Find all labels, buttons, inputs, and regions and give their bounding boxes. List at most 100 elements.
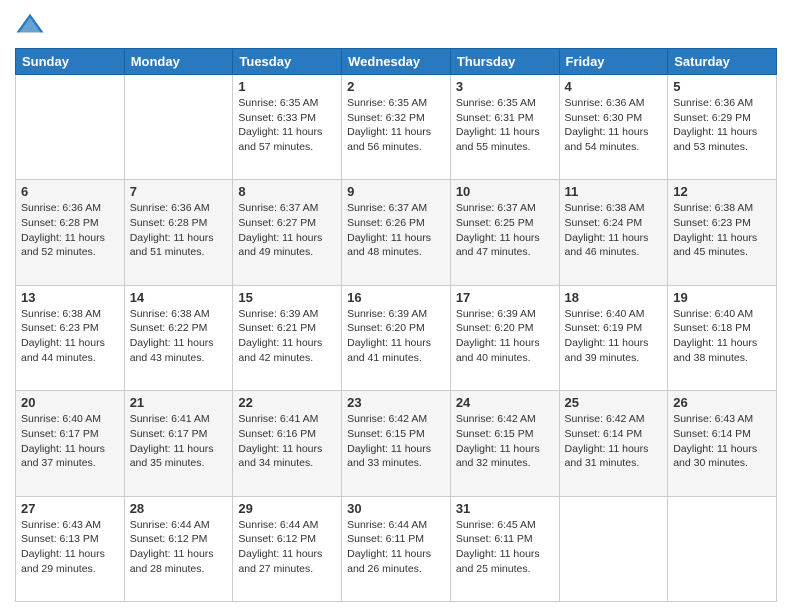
sunset-label: Sunset: 6:18 PM bbox=[673, 322, 751, 334]
day-number: 4 bbox=[565, 79, 663, 94]
day-number: 26 bbox=[673, 395, 771, 410]
day-info: Sunrise: 6:39 AM Sunset: 6:21 PM Dayligh… bbox=[238, 307, 336, 366]
sunset-label: Sunset: 6:14 PM bbox=[673, 428, 751, 440]
calendar-cell: 12 Sunrise: 6:38 AM Sunset: 6:23 PM Dayl… bbox=[668, 180, 777, 285]
sunset-label: Sunset: 6:12 PM bbox=[130, 533, 208, 545]
daylight-label: Daylight: 11 hours and 48 minutes. bbox=[347, 232, 431, 259]
day-info: Sunrise: 6:42 AM Sunset: 6:14 PM Dayligh… bbox=[565, 412, 663, 471]
page: SundayMondayTuesdayWednesdayThursdayFrid… bbox=[0, 0, 792, 612]
calendar-cell bbox=[124, 75, 233, 180]
calendar-cell: 23 Sunrise: 6:42 AM Sunset: 6:15 PM Dayl… bbox=[342, 391, 451, 496]
sunset-label: Sunset: 6:29 PM bbox=[673, 112, 751, 124]
day-number: 21 bbox=[130, 395, 228, 410]
day-info: Sunrise: 6:39 AM Sunset: 6:20 PM Dayligh… bbox=[456, 307, 554, 366]
day-number: 13 bbox=[21, 290, 119, 305]
sunrise-label: Sunrise: 6:35 AM bbox=[238, 97, 318, 109]
day-info: Sunrise: 6:45 AM Sunset: 6:11 PM Dayligh… bbox=[456, 518, 554, 577]
calendar-cell: 3 Sunrise: 6:35 AM Sunset: 6:31 PM Dayli… bbox=[450, 75, 559, 180]
sunset-label: Sunset: 6:21 PM bbox=[238, 322, 316, 334]
day-info: Sunrise: 6:36 AM Sunset: 6:29 PM Dayligh… bbox=[673, 96, 771, 155]
daylight-label: Daylight: 11 hours and 37 minutes. bbox=[21, 443, 105, 470]
daylight-label: Daylight: 11 hours and 44 minutes. bbox=[21, 337, 105, 364]
sunrise-label: Sunrise: 6:35 AM bbox=[456, 97, 536, 109]
sunset-label: Sunset: 6:20 PM bbox=[456, 322, 534, 334]
day-number: 19 bbox=[673, 290, 771, 305]
sunset-label: Sunset: 6:14 PM bbox=[565, 428, 643, 440]
sunset-label: Sunset: 6:13 PM bbox=[21, 533, 99, 545]
sunrise-label: Sunrise: 6:37 AM bbox=[456, 202, 536, 214]
sunset-label: Sunset: 6:30 PM bbox=[565, 112, 643, 124]
day-info: Sunrise: 6:43 AM Sunset: 6:13 PM Dayligh… bbox=[21, 518, 119, 577]
sunset-label: Sunset: 6:12 PM bbox=[238, 533, 316, 545]
header bbox=[15, 10, 777, 40]
day-number: 22 bbox=[238, 395, 336, 410]
sunrise-label: Sunrise: 6:37 AM bbox=[238, 202, 318, 214]
calendar-cell: 31 Sunrise: 6:45 AM Sunset: 6:11 PM Dayl… bbox=[450, 496, 559, 601]
calendar-cell: 1 Sunrise: 6:35 AM Sunset: 6:33 PM Dayli… bbox=[233, 75, 342, 180]
weekday-header-saturday: Saturday bbox=[668, 49, 777, 75]
sunset-label: Sunset: 6:19 PM bbox=[565, 322, 643, 334]
day-number: 2 bbox=[347, 79, 445, 94]
day-info: Sunrise: 6:40 AM Sunset: 6:19 PM Dayligh… bbox=[565, 307, 663, 366]
weekday-header-row: SundayMondayTuesdayWednesdayThursdayFrid… bbox=[16, 49, 777, 75]
sunset-label: Sunset: 6:28 PM bbox=[130, 217, 208, 229]
sunrise-label: Sunrise: 6:37 AM bbox=[347, 202, 427, 214]
calendar-cell: 15 Sunrise: 6:39 AM Sunset: 6:21 PM Dayl… bbox=[233, 285, 342, 390]
daylight-label: Daylight: 11 hours and 43 minutes. bbox=[130, 337, 214, 364]
sunset-label: Sunset: 6:24 PM bbox=[565, 217, 643, 229]
day-number: 23 bbox=[347, 395, 445, 410]
sunrise-label: Sunrise: 6:38 AM bbox=[565, 202, 645, 214]
day-info: Sunrise: 6:37 AM Sunset: 6:27 PM Dayligh… bbox=[238, 201, 336, 260]
sunrise-label: Sunrise: 6:42 AM bbox=[456, 413, 536, 425]
sunset-label: Sunset: 6:31 PM bbox=[456, 112, 534, 124]
week-row-3: 13 Sunrise: 6:38 AM Sunset: 6:23 PM Dayl… bbox=[16, 285, 777, 390]
sunrise-label: Sunrise: 6:40 AM bbox=[673, 308, 753, 320]
weekday-header-sunday: Sunday bbox=[16, 49, 125, 75]
sunset-label: Sunset: 6:23 PM bbox=[21, 322, 99, 334]
day-info: Sunrise: 6:38 AM Sunset: 6:22 PM Dayligh… bbox=[130, 307, 228, 366]
daylight-label: Daylight: 11 hours and 46 minutes. bbox=[565, 232, 649, 259]
calendar-cell: 16 Sunrise: 6:39 AM Sunset: 6:20 PM Dayl… bbox=[342, 285, 451, 390]
sunrise-label: Sunrise: 6:39 AM bbox=[238, 308, 318, 320]
weekday-header-wednesday: Wednesday bbox=[342, 49, 451, 75]
day-number: 3 bbox=[456, 79, 554, 94]
sunrise-label: Sunrise: 6:36 AM bbox=[673, 97, 753, 109]
day-info: Sunrise: 6:38 AM Sunset: 6:24 PM Dayligh… bbox=[565, 201, 663, 260]
day-info: Sunrise: 6:42 AM Sunset: 6:15 PM Dayligh… bbox=[456, 412, 554, 471]
sunset-label: Sunset: 6:15 PM bbox=[456, 428, 534, 440]
day-info: Sunrise: 6:35 AM Sunset: 6:32 PM Dayligh… bbox=[347, 96, 445, 155]
sunset-label: Sunset: 6:33 PM bbox=[238, 112, 316, 124]
sunrise-label: Sunrise: 6:36 AM bbox=[565, 97, 645, 109]
sunset-label: Sunset: 6:27 PM bbox=[238, 217, 316, 229]
daylight-label: Daylight: 11 hours and 51 minutes. bbox=[130, 232, 214, 259]
daylight-label: Daylight: 11 hours and 33 minutes. bbox=[347, 443, 431, 470]
sunrise-label: Sunrise: 6:35 AM bbox=[347, 97, 427, 109]
day-number: 24 bbox=[456, 395, 554, 410]
day-info: Sunrise: 6:41 AM Sunset: 6:17 PM Dayligh… bbox=[130, 412, 228, 471]
sunrise-label: Sunrise: 6:38 AM bbox=[21, 308, 101, 320]
day-info: Sunrise: 6:38 AM Sunset: 6:23 PM Dayligh… bbox=[21, 307, 119, 366]
day-number: 17 bbox=[456, 290, 554, 305]
weekday-header-thursday: Thursday bbox=[450, 49, 559, 75]
day-number: 20 bbox=[21, 395, 119, 410]
sunset-label: Sunset: 6:23 PM bbox=[673, 217, 751, 229]
sunset-label: Sunset: 6:32 PM bbox=[347, 112, 425, 124]
day-info: Sunrise: 6:44 AM Sunset: 6:11 PM Dayligh… bbox=[347, 518, 445, 577]
weekday-header-friday: Friday bbox=[559, 49, 668, 75]
daylight-label: Daylight: 11 hours and 34 minutes. bbox=[238, 443, 322, 470]
sunrise-label: Sunrise: 6:39 AM bbox=[347, 308, 427, 320]
sunrise-label: Sunrise: 6:40 AM bbox=[21, 413, 101, 425]
sunrise-label: Sunrise: 6:43 AM bbox=[673, 413, 753, 425]
week-row-4: 20 Sunrise: 6:40 AM Sunset: 6:17 PM Dayl… bbox=[16, 391, 777, 496]
day-info: Sunrise: 6:42 AM Sunset: 6:15 PM Dayligh… bbox=[347, 412, 445, 471]
calendar-cell: 2 Sunrise: 6:35 AM Sunset: 6:32 PM Dayli… bbox=[342, 75, 451, 180]
sunrise-label: Sunrise: 6:40 AM bbox=[565, 308, 645, 320]
daylight-label: Daylight: 11 hours and 55 minutes. bbox=[456, 126, 540, 153]
sunrise-label: Sunrise: 6:36 AM bbox=[21, 202, 101, 214]
daylight-label: Daylight: 11 hours and 29 minutes. bbox=[21, 548, 105, 575]
day-info: Sunrise: 6:41 AM Sunset: 6:16 PM Dayligh… bbox=[238, 412, 336, 471]
sunrise-label: Sunrise: 6:38 AM bbox=[673, 202, 753, 214]
day-info: Sunrise: 6:37 AM Sunset: 6:26 PM Dayligh… bbox=[347, 201, 445, 260]
daylight-label: Daylight: 11 hours and 57 minutes. bbox=[238, 126, 322, 153]
daylight-label: Daylight: 11 hours and 49 minutes. bbox=[238, 232, 322, 259]
